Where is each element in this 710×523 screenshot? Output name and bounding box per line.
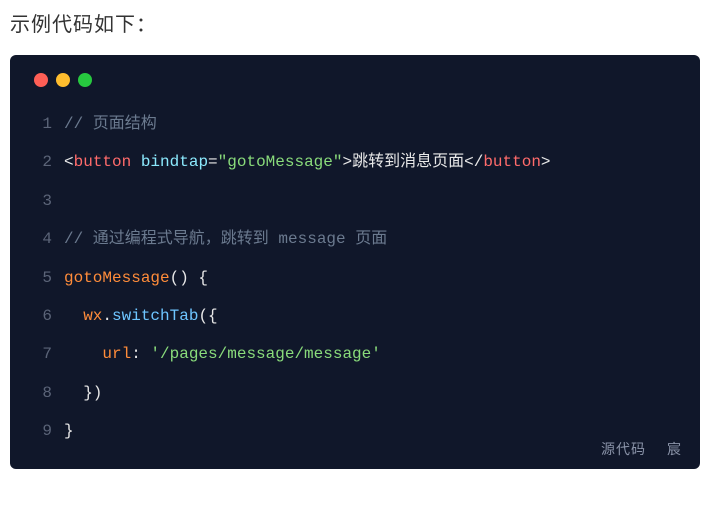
- code-token: "gotoMessage": [218, 153, 343, 171]
- code-token: </: [464, 153, 483, 171]
- footer-text: 源代码 宸: [601, 439, 682, 459]
- code-token: =: [208, 153, 218, 171]
- heading: 示例代码如下：: [10, 8, 700, 37]
- maximize-icon: [78, 73, 92, 87]
- code-token: <: [64, 153, 74, 171]
- code-token: }: [64, 422, 74, 440]
- code-content: 1// 页面结构2<button bindtap="gotoMessage">跳…: [10, 97, 700, 469]
- code-token: gotoMessage: [64, 269, 170, 287]
- footer-author: 宸: [667, 442, 682, 458]
- window-controls: [10, 55, 700, 97]
- code-token: [64, 345, 102, 363]
- close-icon: [34, 73, 48, 87]
- line-content: url: '/pages/message/message': [64, 335, 381, 373]
- code-token: [131, 153, 141, 171]
- line-content: wx.switchTab({: [64, 297, 218, 335]
- line-number: 9: [30, 412, 52, 450]
- code-token: .: [102, 307, 112, 325]
- line-content: // 通过编程式导航，跳转到 message 页面: [64, 220, 387, 258]
- code-token: () {: [170, 269, 208, 287]
- line-number: 1: [30, 105, 52, 143]
- code-token: url: [102, 345, 131, 363]
- code-token: }): [64, 384, 102, 402]
- line-content: <button bindtap="gotoMessage">跳转到消息页面</b…: [64, 143, 551, 181]
- code-token: // 页面结构: [64, 115, 157, 133]
- code-token: >: [342, 153, 352, 171]
- code-line: 2<button bindtap="gotoMessage">跳转到消息页面</…: [30, 143, 680, 181]
- code-token: // 通过编程式导航，跳转到 message 页面: [64, 230, 387, 248]
- code-token: bindtap: [141, 153, 208, 171]
- code-token: ({: [198, 307, 217, 325]
- code-line: 8 }): [30, 374, 680, 412]
- code-line: 7 url: '/pages/message/message': [30, 335, 680, 373]
- code-token: [64, 307, 83, 325]
- code-token: :: [131, 345, 150, 363]
- code-line: 9}: [30, 412, 680, 450]
- code-block: 1// 页面结构2<button bindtap="gotoMessage">跳…: [10, 55, 700, 469]
- line-number: 7: [30, 335, 52, 373]
- code-line: 6 wx.switchTab({: [30, 297, 680, 335]
- code-token: >: [541, 153, 551, 171]
- code-token: wx: [83, 307, 102, 325]
- code-line: 5 gotoMessage() {: [30, 259, 680, 297]
- line-content: gotoMessage() {: [64, 259, 208, 297]
- line-number: 8: [30, 374, 52, 412]
- line-content: // 页面结构: [64, 105, 157, 143]
- code-token: switchTab: [112, 307, 198, 325]
- code-line: 4 // 通过编程式导航，跳转到 message 页面: [30, 220, 680, 258]
- line-content: }): [64, 374, 102, 412]
- footer-source: 源代码: [601, 442, 646, 458]
- code-token: 跳转到消息页面: [352, 153, 464, 171]
- code-token: button: [74, 153, 132, 171]
- line-number: 2: [30, 143, 52, 181]
- code-token: button: [483, 153, 541, 171]
- minimize-icon: [56, 73, 70, 87]
- code-line: 1 // 页面结构: [30, 105, 680, 143]
- code-token: '/pages/message/message': [150, 345, 380, 363]
- line-number: 4: [30, 220, 52, 258]
- line-number: 6: [30, 297, 52, 335]
- line-number: 3: [30, 182, 52, 220]
- code-line: 3: [30, 182, 680, 220]
- line-content: }: [64, 412, 74, 450]
- line-number: 5: [30, 259, 52, 297]
